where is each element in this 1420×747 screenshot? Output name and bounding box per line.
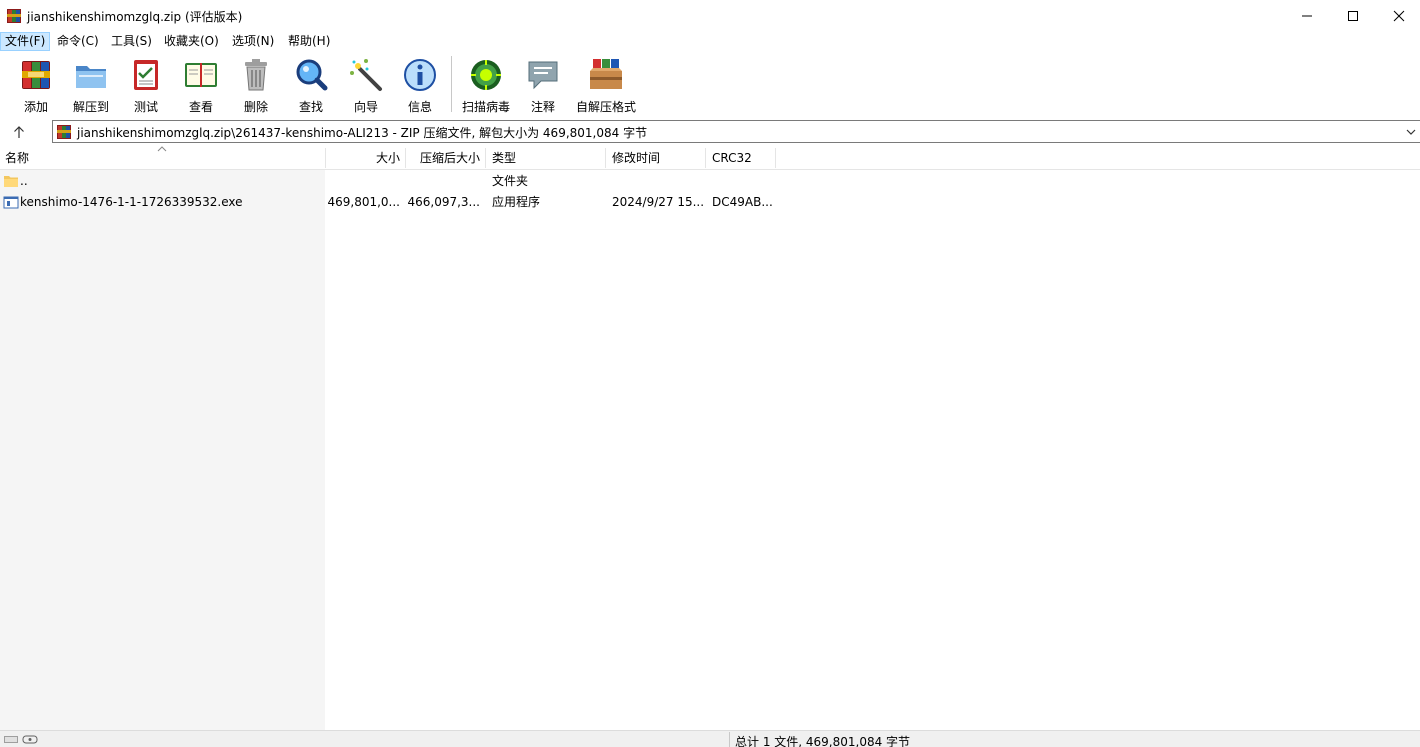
file-type: 应用程序 [492, 195, 541, 209]
add-archive-icon [22, 61, 50, 89]
extract-to-button[interactable]: 解压到 [68, 55, 114, 115]
chevron-down-icon[interactable] [1404, 124, 1418, 140]
add-label: 添加 [23, 100, 48, 114]
archive-icon [57, 125, 71, 139]
comment-button[interactable]: 注释 [523, 55, 563, 115]
info-button[interactable]: 信息 [400, 55, 440, 115]
column-divider[interactable] [485, 148, 486, 168]
find-button[interactable]: 查找 [290, 55, 332, 115]
file-modified: 2024/9/27 15... [612, 195, 705, 209]
delete-label: 删除 [243, 100, 268, 114]
drive-status-icon[interactable] [3, 734, 39, 745]
sfx-box-icon [590, 59, 622, 89]
comment-label: 注释 [530, 100, 555, 114]
menu-command[interactable]: 命令(C) [53, 32, 103, 51]
delete-button[interactable]: 删除 [236, 55, 276, 115]
file-name: .. [20, 174, 28, 188]
column-divider[interactable] [705, 148, 706, 168]
sfx-label: 自解压格式 [575, 100, 636, 114]
view-label: 查看 [188, 100, 213, 114]
column-modified[interactable]: 修改时间 [612, 146, 660, 170]
file-packed-size: 466,097,3... [407, 195, 480, 209]
magnifier-icon [296, 59, 328, 91]
file-name: kenshimo-1476-1-1-1726339532.exe [20, 195, 243, 209]
test-label: 测试 [133, 100, 158, 114]
maximize-button[interactable] [1330, 0, 1376, 31]
winrar-icon[interactable] [6, 8, 22, 24]
menu-favorites[interactable]: 收藏夹(O) [160, 32, 223, 51]
file-list-right-area [325, 170, 1420, 730]
sort-ascending-icon [157, 146, 167, 152]
minimize-icon [1302, 15, 1312, 16]
test-button[interactable]: 测试 [126, 55, 166, 115]
comment-icon [528, 61, 558, 90]
virus-scan-button[interactable]: 扫描病毒 [459, 55, 513, 115]
view-button[interactable]: 查看 [179, 55, 223, 115]
file-list-header: 名称 大小 压缩后大小 类型 修改时间 CRC32 [0, 146, 1420, 170]
status-divider [729, 732, 730, 747]
column-size[interactable]: 大小 [326, 146, 400, 170]
wizard-label: 向导 [353, 100, 378, 114]
column-divider[interactable] [775, 148, 776, 168]
address-bar: jianshikenshimomzglq.zip\261437-kenshimo… [0, 117, 1420, 146]
close-icon [1393, 10, 1405, 21]
extract-to-icon [76, 66, 106, 88]
view-book-icon [185, 63, 217, 87]
sfx-button[interactable]: 自解压格式 [573, 55, 639, 115]
info-icon [404, 59, 436, 91]
arrow-up-icon [14, 126, 24, 138]
file-list-left-area [0, 170, 325, 730]
status-bar: 总计 1 文件, 469,801,084 字节 [0, 730, 1420, 747]
column-type[interactable]: 类型 [492, 146, 516, 170]
wizard-button[interactable]: 向导 [346, 55, 386, 115]
add-button[interactable]: 添加 [16, 55, 56, 115]
menu-file[interactable]: 文件(F) [0, 32, 51, 51]
column-divider[interactable] [605, 148, 606, 168]
close-button[interactable] [1376, 0, 1420, 31]
address-path-field[interactable]: jianshikenshimomzglq.zip\261437-kenshimo… [52, 120, 1420, 143]
menu-tools[interactable]: 工具(S) [107, 32, 156, 51]
minimize-button[interactable] [1284, 0, 1330, 31]
file-type: 文件夹 [492, 174, 529, 188]
window-title: jianshikenshimomzglq.zip (评估版本) [27, 10, 243, 24]
table-row[interactable]: kenshimo-1476-1-1-1726339532.exe 469,801… [0, 191, 1420, 213]
folder-icon [4, 176, 18, 187]
address-path-text: jianshikenshimomzglq.zip\261437-kenshimo… [77, 126, 648, 140]
title-bar: jianshikenshimomzglq.zip (评估版本) [0, 0, 1420, 31]
toolbar-separator [451, 56, 452, 112]
extract-to-label: 解压到 [72, 100, 109, 114]
column-crc32[interactable]: CRC32 [712, 146, 752, 170]
exe-file-icon [3, 196, 19, 209]
virus-scan-label: 扫描病毒 [461, 100, 510, 114]
wizard-wand-icon [350, 59, 382, 91]
column-name[interactable]: 名称 [5, 146, 29, 170]
trash-icon [245, 59, 267, 91]
menu-help[interactable]: 帮助(H) [284, 32, 334, 51]
menu-bar: 文件(F) 命令(C) 工具(S) 收藏夹(O) 选项(N) 帮助(H) [0, 31, 1420, 51]
column-packed-size[interactable]: 压缩后大小 [406, 146, 480, 170]
up-level-button[interactable] [8, 122, 30, 142]
status-total: 总计 1 文件, 469,801,084 字节 [735, 735, 911, 747]
find-label: 查找 [298, 100, 323, 114]
file-crc32: DC49AB... [712, 195, 773, 209]
info-label: 信息 [407, 100, 432, 114]
test-icon [134, 60, 158, 90]
toolbar: 添加 解压到 测试 查看 删除 查找 向导 信息 扫描病毒 注释 自解压格式 [0, 51, 1420, 117]
virus-scan-icon [471, 60, 501, 90]
maximize-icon [1348, 10, 1358, 21]
file-size: 469,801,0... [327, 195, 400, 209]
menu-options[interactable]: 选项(N) [228, 32, 278, 51]
table-row[interactable]: .. 文件夹 [0, 170, 1420, 192]
